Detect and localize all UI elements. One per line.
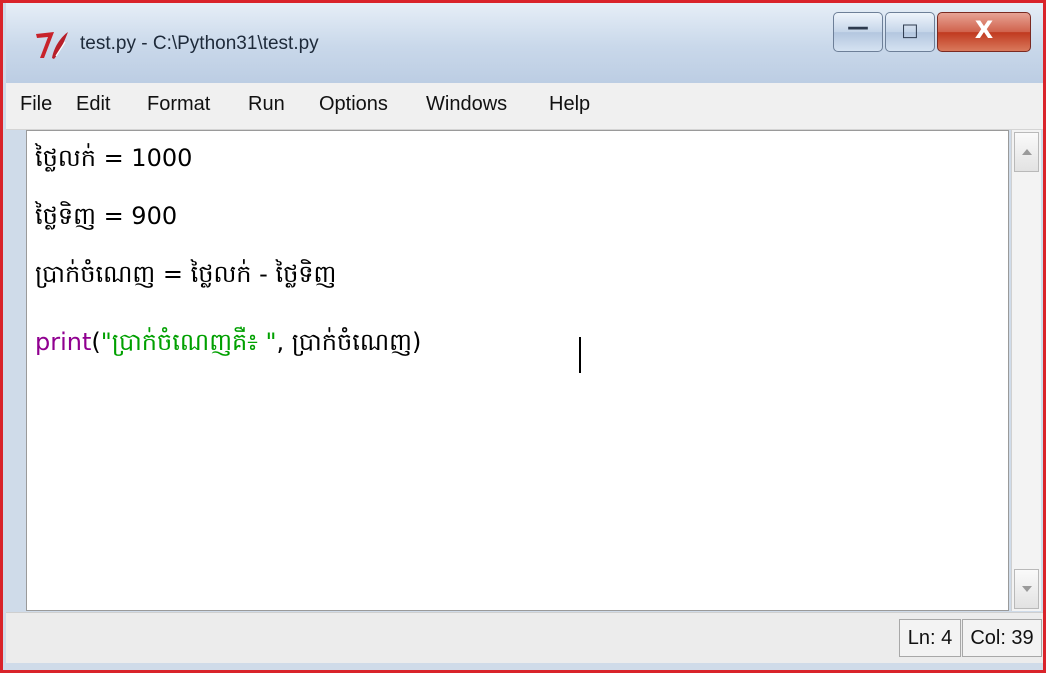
scroll-down-arrow-icon (1022, 586, 1032, 592)
menu-options[interactable]: Options (319, 93, 388, 116)
code-line-4: print("ប្រាក់ចំណេញគឺ៖ ", ប្រាក់ចំណេញ) (35, 327, 421, 362)
scroll-up-arrow-icon (1022, 149, 1032, 155)
line-indicator: Ln: 4 (899, 619, 961, 657)
print-arguments: , ប្រាក់ចំណេញ) (276, 328, 422, 356)
status-bar: Ln: 4 Col: 39 (6, 612, 1043, 663)
menu-windows[interactable]: Windows (426, 93, 507, 116)
open-paren: ( (91, 328, 101, 356)
close-button[interactable]: X (937, 12, 1031, 52)
tk-feather-icon (36, 32, 68, 59)
title-bar[interactable]: test.py - C:\Python31\test.py — □ X (6, 3, 1043, 83)
scroll-down-button[interactable] (1014, 569, 1039, 609)
code-editor[interactable]: ថ្លៃលក់ = 1000 ថ្លៃទិញ = 900 ប្រាក់ចំណេញ… (26, 130, 1009, 611)
menu-bar: File Edit Format Run Options Windows Hel… (6, 83, 1043, 130)
minimize-button[interactable]: — (833, 12, 883, 52)
text-caret (579, 337, 581, 373)
builtin-print: print (35, 328, 92, 356)
window-title: test.py - C:\Python31\test.py (80, 33, 319, 54)
close-icon: X (974, 16, 994, 44)
menu-help[interactable]: Help (549, 93, 590, 116)
menu-format[interactable]: Format (147, 93, 210, 116)
menu-edit[interactable]: Edit (76, 93, 110, 116)
menu-file[interactable]: File (20, 93, 52, 116)
idle-editor-window: test.py - C:\Python31\test.py — □ X File… (0, 0, 1046, 673)
string-literal: "ប្រាក់ចំណេញគឺ៖ " (100, 328, 277, 356)
vertical-scrollbar[interactable] (1011, 130, 1041, 611)
maximize-button[interactable]: □ (885, 12, 935, 52)
maximize-icon: □ (901, 20, 919, 41)
menu-run[interactable]: Run (248, 93, 285, 116)
scroll-up-button[interactable] (1014, 132, 1039, 172)
minimize-icon: — (847, 15, 869, 40)
code-line-1: ថ្លៃលក់ = 1000 (35, 144, 193, 172)
code-line-3: ប្រាក់ចំណេញ = ថ្លៃលក់ - ថ្លៃទិញ (35, 260, 337, 288)
code-line-2: ថ្លៃទិញ = 900 (35, 202, 178, 230)
column-indicator: Col: 39 (962, 619, 1042, 657)
